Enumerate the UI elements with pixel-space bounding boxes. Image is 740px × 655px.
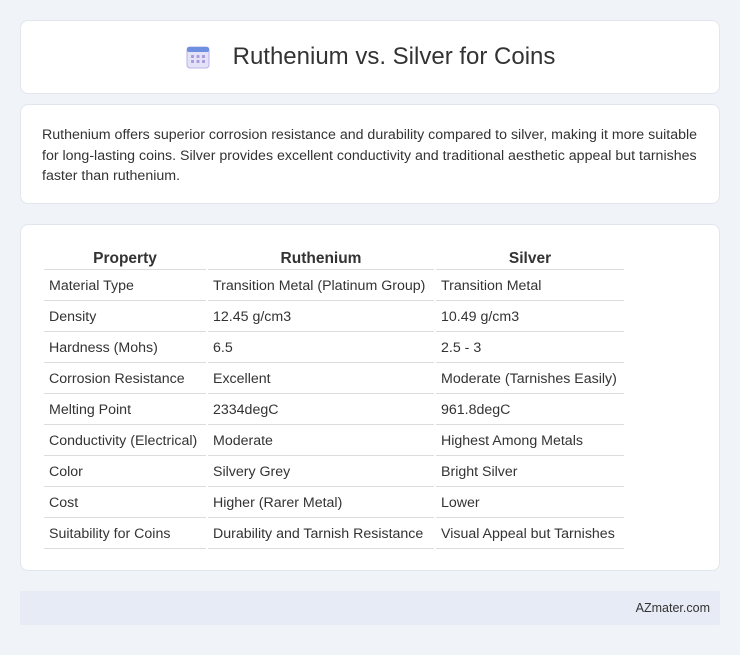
table-row: Melting Point 2334degC 961.8degC [44, 396, 624, 425]
table-row: Color Silvery Grey Bright Silver [44, 458, 624, 487]
table-row: Suitability for Coins Durability and Tar… [44, 520, 624, 549]
ruthenium-cell: 6.5 [208, 334, 434, 363]
footer-bar: AZmater.com [20, 591, 720, 625]
property-cell: Suitability for Coins [44, 520, 206, 549]
column-header-silver: Silver [436, 249, 624, 270]
table-row: Hardness (Mohs) 6.5 2.5 - 3 [44, 334, 624, 363]
page-title: Ruthenium vs. Silver for Coins [232, 43, 556, 70]
table-row: Conductivity (Electrical) Moderate Highe… [44, 427, 624, 456]
ruthenium-cell: Durability and Tarnish Resistance [208, 520, 434, 549]
table-row: Cost Higher (Rarer Metal) Lower [44, 489, 624, 518]
property-cell: Conductivity (Electrical) [44, 427, 206, 456]
ruthenium-cell: 12.45 g/cm3 [208, 303, 434, 332]
silver-cell: Highest Among Metals [436, 427, 624, 456]
property-cell: Cost [44, 489, 206, 518]
comparison-table: Property Ruthenium Silver Material Type … [42, 247, 626, 551]
table-row: Material Type Transition Metal (Platinum… [44, 272, 624, 301]
silver-cell: Bright Silver [436, 458, 624, 487]
ruthenium-cell: Higher (Rarer Metal) [208, 489, 434, 518]
table-row: Density 12.45 g/cm3 10.49 g/cm3 [44, 303, 624, 332]
table-row: Corrosion Resistance Excellent Moderate … [44, 365, 624, 394]
silver-cell: 2.5 - 3 [436, 334, 624, 363]
silver-cell: Visual Appeal but Tarnishes [436, 520, 624, 549]
column-header-property: Property [44, 249, 206, 270]
table-header-row: Property Ruthenium Silver [44, 249, 624, 270]
ruthenium-cell: Transition Metal (Platinum Group) [208, 272, 434, 301]
property-cell: Material Type [44, 272, 206, 301]
silver-cell: 10.49 g/cm3 [436, 303, 624, 332]
comparison-table-card: Property Ruthenium Silver Material Type … [20, 224, 720, 571]
silver-cell: Lower [436, 489, 624, 518]
property-cell: Density [44, 303, 206, 332]
header-card: Ruthenium vs. Silver for Coins [20, 20, 720, 94]
column-header-ruthenium: Ruthenium [208, 249, 434, 270]
silver-cell: Moderate (Tarnishes Easily) [436, 365, 624, 394]
summary-card: Ruthenium offers superior corrosion resi… [20, 104, 720, 204]
property-cell: Corrosion Resistance [44, 365, 206, 394]
calendar-icon [185, 44, 211, 70]
footer-site-link[interactable]: AZmater.com [636, 601, 710, 615]
silver-cell: Transition Metal [436, 272, 624, 301]
ruthenium-cell: Silvery Grey [208, 458, 434, 487]
ruthenium-cell: Excellent [208, 365, 434, 394]
summary-text: Ruthenium offers superior corrosion resi… [42, 127, 698, 184]
ruthenium-cell: 2334degC [208, 396, 434, 425]
property-cell: Color [44, 458, 206, 487]
property-cell: Hardness (Mohs) [44, 334, 206, 363]
ruthenium-cell: Moderate [208, 427, 434, 456]
silver-cell: 961.8degC [436, 396, 624, 425]
property-cell: Melting Point [44, 396, 206, 425]
title-wrap: Ruthenium vs. Silver for Coins [185, 43, 556, 71]
